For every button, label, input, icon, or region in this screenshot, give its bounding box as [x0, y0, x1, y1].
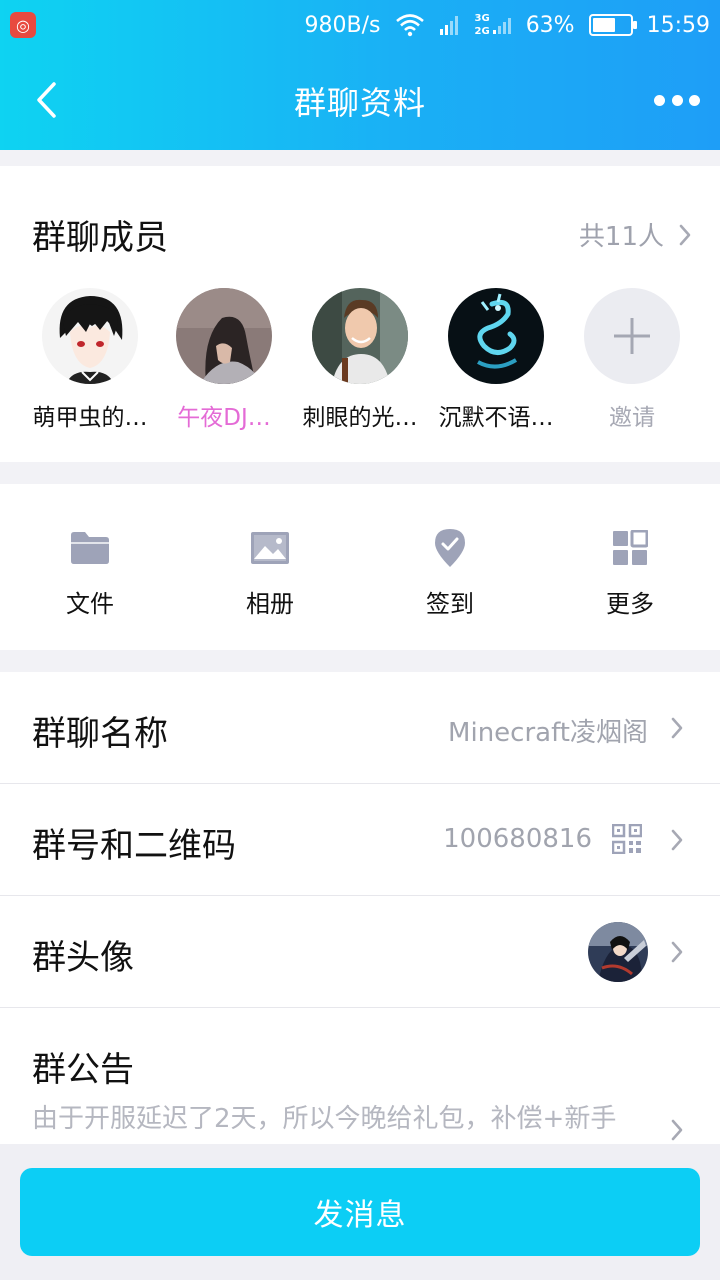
- group-avatar-label: 群头像: [32, 938, 134, 978]
- invite-button[interactable]: 邀请: [564, 288, 700, 432]
- checkin-pin-icon: [428, 526, 472, 570]
- member-name: 刺眼的光…: [302, 405, 418, 431]
- invite-avatar: [584, 288, 680, 384]
- net-3g-label: 3G: [474, 12, 490, 24]
- signal-icon-2: [492, 18, 511, 34]
- dot-icon: [689, 94, 700, 106]
- album-button[interactable]: 相册: [180, 526, 360, 619]
- battery-percent: 63%: [525, 12, 575, 38]
- checkin-button[interactable]: 签到: [360, 526, 540, 619]
- signal-icon: [439, 16, 458, 35]
- young-man-avatar-icon: [312, 288, 408, 384]
- chevron-right-icon: [671, 941, 683, 963]
- net-speed: 980B/s: [304, 12, 381, 38]
- clock: 15:59: [646, 12, 710, 38]
- member-name: 沉默不语…: [438, 405, 554, 431]
- group-notice-row[interactable]: 群公告 由于开服延迟了2天，所以今晚给礼包，补偿+新手: [0, 1008, 720, 1152]
- tool-label: 文件: [66, 590, 114, 618]
- battery-icon: [588, 14, 637, 36]
- group-notice-label: 群公告: [32, 1050, 134, 1090]
- battery-level: [592, 18, 616, 32]
- member-count-link[interactable]: 共11人: [579, 216, 692, 253]
- group-notice-text: 由于开服延迟了2天，所以今晚给礼包，补偿+新手: [32, 1104, 617, 1134]
- nav-bar: 群聊资料: [0, 52, 720, 150]
- status-indicators: 980B/s 3G 2G 63% 15:59: [305, 10, 710, 40]
- more-options-button[interactable]: [654, 86, 700, 114]
- member-name: 萌甲虫的…: [32, 405, 148, 431]
- group-avatar-image-icon: [588, 922, 648, 982]
- chevron-right-icon: [671, 717, 683, 739]
- dot-icon: [671, 94, 683, 106]
- girl-photo-avatar-icon: [176, 288, 272, 384]
- qr-code-icon: [612, 824, 642, 854]
- status-bar: ◎ 980B/s 3G 2G 63% 15:59: [0, 0, 720, 52]
- back-button[interactable]: [28, 80, 64, 120]
- dual-sim-signal: 3G 2G: [475, 13, 512, 37]
- member-item[interactable]: 午夜DJ…: [156, 288, 292, 432]
- group-name-row[interactable]: 群聊名称 Minecraft凌烟阁: [0, 672, 720, 784]
- members-list: 萌甲虫的… 午夜DJ… 刺眼的光… 沉默不语… 邀请: [0, 288, 720, 438]
- send-message-button[interactable]: 发消息: [20, 1168, 700, 1256]
- group-id-label: 群号和二维码: [32, 826, 236, 866]
- dot-icon: [654, 94, 665, 106]
- chevron-left-icon: [37, 82, 56, 118]
- more-tools-button[interactable]: 更多: [540, 526, 720, 619]
- group-id-row[interactable]: 群号和二维码 100680816: [0, 784, 720, 896]
- group-id-value: 100680816: [443, 824, 592, 854]
- image-icon: [248, 526, 292, 570]
- bottom-bar: 发消息: [0, 1144, 720, 1280]
- member-count: 共11人: [578, 222, 664, 252]
- page-title: 群聊资料: [293, 84, 426, 122]
- avatar: [312, 288, 408, 384]
- anime-boy-avatar-icon: [42, 288, 138, 384]
- files-button[interactable]: 文件: [0, 526, 180, 619]
- members-section: 群聊成员 共11人 萌甲虫的… 午夜DJ… 刺眼的光… 沉默不语… 邀请: [0, 166, 720, 462]
- tool-label: 签到: [426, 590, 474, 618]
- header: ◎ 980B/s 3G 2G 63% 15:59 群聊资料: [0, 0, 720, 150]
- group-name-value: Minecraft凌烟阁: [448, 718, 648, 748]
- group-name-label: 群聊名称: [32, 714, 168, 754]
- group-avatar: [588, 922, 648, 982]
- group-avatar-row[interactable]: 群头像: [0, 896, 720, 1008]
- net-2g-label: 2G: [474, 25, 490, 37]
- folder-icon: [68, 526, 112, 570]
- member-item[interactable]: 沉默不语…: [428, 288, 564, 432]
- members-title: 群聊成员: [32, 218, 168, 258]
- invite-label: 邀请: [609, 405, 655, 431]
- tool-label: 相册: [246, 590, 294, 618]
- tools-section: 文件 相册 签到 更多: [0, 484, 720, 650]
- avatar: [176, 288, 272, 384]
- member-item[interactable]: 萌甲虫的…: [22, 288, 158, 432]
- group-info-section: 群聊名称 Minecraft凌烟阁 群号和二维码 100680816 群头像 群…: [0, 672, 720, 1152]
- tool-label: 更多: [606, 590, 654, 618]
- chevron-right-icon: [671, 829, 683, 851]
- chevron-right-icon: [671, 1119, 683, 1141]
- netease-music-icon: ◎: [10, 12, 36, 38]
- wifi-icon: [395, 14, 424, 37]
- member-name: 午夜DJ…: [177, 405, 271, 431]
- blue-dragon-avatar-icon: [448, 288, 544, 384]
- member-item[interactable]: 刺眼的光…: [292, 288, 428, 432]
- plus-icon: [614, 318, 650, 354]
- avatar: [448, 288, 544, 384]
- chevron-right-icon: [679, 224, 691, 245]
- grid-icon: [608, 526, 652, 570]
- avatar: [42, 288, 138, 384]
